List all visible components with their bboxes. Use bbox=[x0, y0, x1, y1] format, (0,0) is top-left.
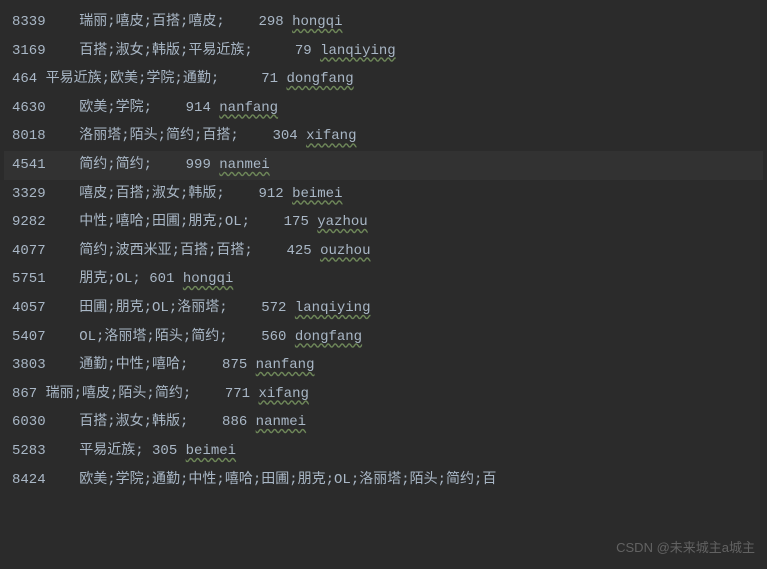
text-line: 3329 嘻皮;百搭;淑女;韩版; 912 beimei bbox=[4, 180, 763, 209]
row-tags: 洛丽塔;陌头;简约;百搭; bbox=[79, 128, 239, 144]
row-word: nanmei bbox=[256, 414, 306, 430]
row-num: 886 bbox=[222, 414, 247, 430]
row-id: 5283 bbox=[12, 443, 46, 459]
text-line: 3803 通勤;中性;嘻哈; 875 nanfang bbox=[4, 351, 763, 380]
text-content: 8339 瑞丽;嘻皮;百搭;嘻皮; 298 hongqi3169 百搭;淑女;韩… bbox=[4, 8, 763, 494]
row-num: 601 bbox=[149, 271, 174, 287]
row-tags: 田圃;朋克;OL;洛丽塔; bbox=[79, 300, 227, 316]
row-word: yazhou bbox=[317, 214, 367, 230]
row-id: 3329 bbox=[12, 186, 46, 202]
row-tags: OL;洛丽塔;陌头;简约; bbox=[79, 329, 227, 345]
row-word: beimei bbox=[186, 443, 236, 459]
text-line: 4077 简约;波西米亚;百搭;百搭; 425 ouzhou bbox=[4, 237, 763, 266]
row-id: 5751 bbox=[12, 271, 46, 287]
row-tags: 瑞丽;嘻皮;百搭;嘻皮; bbox=[79, 14, 225, 30]
row-id: 4630 bbox=[12, 100, 46, 116]
text-line: 5283 平易近族; 305 beimei bbox=[4, 437, 763, 466]
row-tags: 简约;波西米亚;百搭;百搭; bbox=[79, 243, 253, 259]
row-word: beimei bbox=[292, 186, 342, 202]
row-num: 875 bbox=[222, 357, 247, 373]
text-line: 8018 洛丽塔;陌头;简约;百搭; 304 xifang bbox=[4, 122, 763, 151]
text-line: 5751 朋克;OL; 601 hongqi bbox=[4, 265, 763, 294]
row-num: 771 bbox=[225, 386, 250, 402]
row-num: 425 bbox=[286, 243, 311, 259]
row-word: nanfang bbox=[256, 357, 315, 373]
row-tags: 百搭;淑女;韩版; bbox=[79, 414, 188, 430]
row-word: xifang bbox=[258, 386, 308, 402]
text-line: 4057 田圃;朋克;OL;洛丽塔; 572 lanqiying bbox=[4, 294, 763, 323]
text-line: 464 平易近族;欧美;学院;通勤; 71 dongfang bbox=[4, 65, 763, 94]
row-id: 8339 bbox=[12, 14, 46, 30]
row-tags: 欧美;学院; bbox=[79, 100, 152, 116]
row-num: 914 bbox=[186, 100, 211, 116]
row-num: 79 bbox=[295, 43, 312, 59]
row-id: 4057 bbox=[12, 300, 46, 316]
text-line: 3169 百搭;淑女;韩版;平易近族; 79 lanqiying bbox=[4, 37, 763, 66]
row-word: lanqiying bbox=[320, 43, 396, 59]
row-id: 3803 bbox=[12, 357, 46, 373]
row-tags: 简约;简约; bbox=[79, 157, 152, 173]
row-word: ouzhou bbox=[320, 243, 370, 259]
row-tags: 百搭;淑女;韩版;平易近族; bbox=[79, 43, 253, 59]
row-word: hongqi bbox=[183, 271, 233, 287]
text-line: 5407 OL;洛丽塔;陌头;简约; 560 dongfang bbox=[4, 323, 763, 352]
text-line: 6030 百搭;淑女;韩版; 886 nanmei bbox=[4, 408, 763, 437]
row-tags: 嘻皮;百搭;淑女;韩版; bbox=[79, 186, 225, 202]
row-tags: 平易近族; bbox=[79, 443, 143, 459]
row-word: lanqiying bbox=[295, 300, 371, 316]
row-num: 305 bbox=[152, 443, 177, 459]
row-tags: 通勤;中性;嘻哈; bbox=[79, 357, 188, 373]
text-line: 4630 欧美;学院; 914 nanfang bbox=[4, 94, 763, 123]
row-id: 8018 bbox=[12, 128, 46, 144]
row-num: 560 bbox=[261, 329, 286, 345]
row-id: 5407 bbox=[12, 329, 46, 345]
row-num: 175 bbox=[284, 214, 309, 230]
row-id: 3169 bbox=[12, 43, 46, 59]
text-line: 867 瑞丽;嘻皮;陌头;简约; 771 xifang bbox=[4, 380, 763, 409]
row-id: 8424 bbox=[12, 472, 46, 488]
row-tags: 瑞丽;嘻皮;陌头;简约; bbox=[46, 386, 192, 402]
row-id: 6030 bbox=[12, 414, 46, 430]
text-line: 8424 欧美;学院;通勤;中性;嘻哈;田圃;朋克;OL;洛丽塔;陌头;简约;百 bbox=[4, 466, 763, 495]
text-line: 9282 中性;嘻哈;田圃;朋克;OL; 175 yazhou bbox=[4, 208, 763, 237]
row-num: 71 bbox=[261, 71, 278, 87]
watermark: CSDN @未来城主a城主 bbox=[616, 536, 755, 561]
row-word: nanfang bbox=[219, 100, 278, 116]
row-num: 298 bbox=[258, 14, 283, 30]
row-num: 912 bbox=[258, 186, 283, 202]
row-id: 4077 bbox=[12, 243, 46, 259]
row-id: 867 bbox=[12, 386, 37, 402]
row-id: 464 bbox=[12, 71, 37, 87]
row-word: dongfang bbox=[295, 329, 362, 345]
row-word: dongfang bbox=[286, 71, 353, 87]
row-num: 999 bbox=[186, 157, 211, 173]
row-word: xifang bbox=[306, 128, 356, 144]
row-tags: 平易近族;欧美;学院;通勤; bbox=[46, 71, 220, 87]
row-num: 572 bbox=[261, 300, 286, 316]
row-num: 304 bbox=[272, 128, 297, 144]
row-id: 4541 bbox=[12, 157, 46, 173]
row-tags: 欧美;学院;通勤;中性;嘻哈;田圃;朋克;OL;洛丽塔;陌头;简约;百 bbox=[79, 472, 496, 488]
text-line: 4541 简约;简约; 999 nanmei bbox=[4, 151, 763, 180]
row-id: 9282 bbox=[12, 214, 46, 230]
text-line: 8339 瑞丽;嘻皮;百搭;嘻皮; 298 hongqi bbox=[4, 8, 763, 37]
row-word: nanmei bbox=[219, 157, 269, 173]
row-word: hongqi bbox=[292, 14, 342, 30]
row-tags: 中性;嘻哈;田圃;朋克;OL; bbox=[79, 214, 250, 230]
row-tags: 朋克;OL; bbox=[79, 271, 141, 287]
